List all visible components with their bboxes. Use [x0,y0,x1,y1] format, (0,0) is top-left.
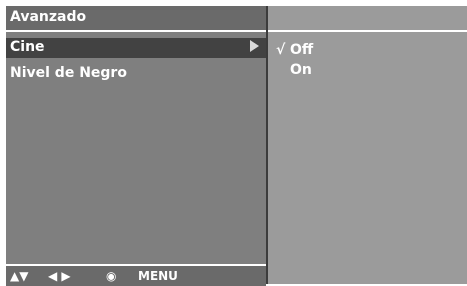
menu-item-label: Cine [10,39,45,55]
menu-item-nivel-de-negro[interactable]: Nivel de Negro [6,64,266,84]
submenu-panel: √ Off On [268,6,467,284]
menu-header: Avanzado [6,6,266,32]
submenu-divider [268,30,467,32]
option-label: On [290,62,312,78]
menu-label: MENU [138,269,178,283]
menu-panel: Avanzado Cine Nivel de Negro ▲▼ ◀ ▶ ◉ ME… [6,6,268,286]
option-off[interactable]: √ Off [276,42,313,58]
check-mark-icon: √ [276,42,286,58]
menu-title: Avanzado [10,9,87,25]
ok-button-icon: ◉ [106,269,117,283]
menu-footer: ▲▼ ◀ ▶ ◉ MENU [6,264,266,286]
option-label: Off [290,42,314,58]
up-down-arrows-icon: ▲▼ [10,269,29,283]
menu-item-cine[interactable]: Cine [6,38,266,58]
left-right-arrows-icon: ◀ ▶ [48,269,71,283]
submenu-arrow-icon [250,40,259,52]
menu-item-label: Nivel de Negro [10,65,127,81]
option-on[interactable]: On [276,62,312,78]
